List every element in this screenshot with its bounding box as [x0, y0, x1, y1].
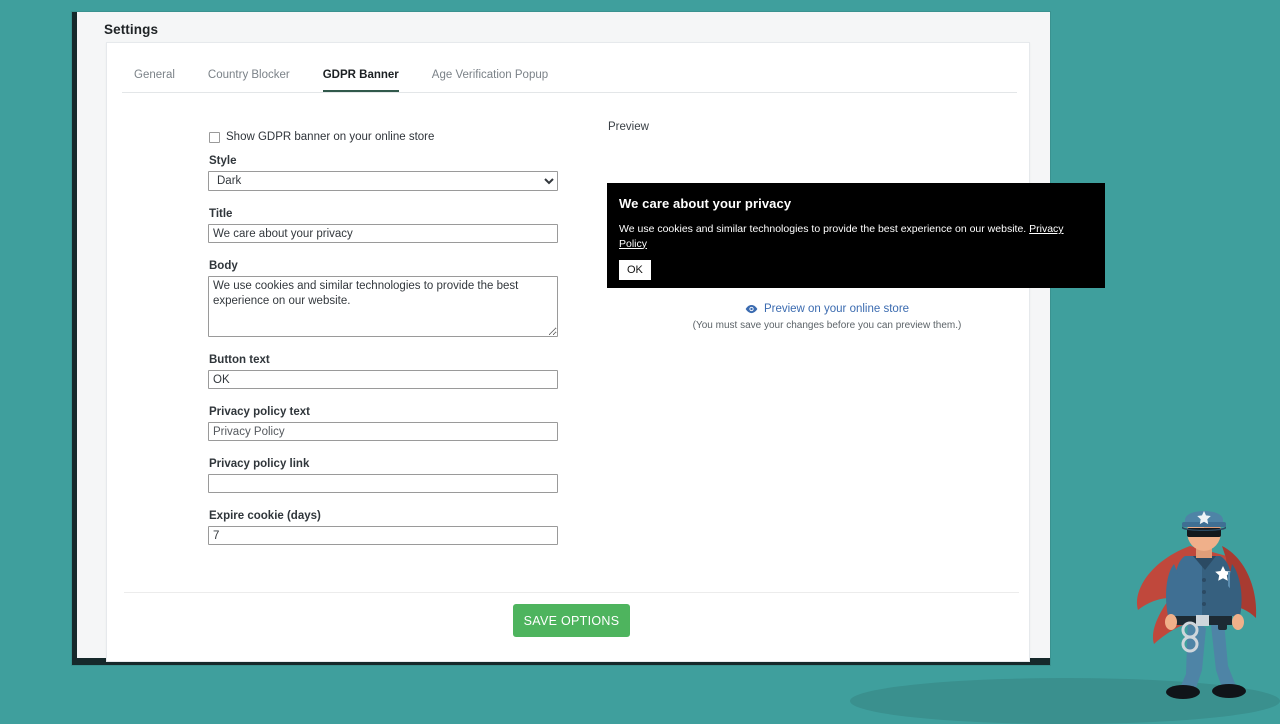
browser-window: Settings General Country Blocker GDPR Ba… [72, 12, 1050, 665]
privacy-policy-link-label: Privacy policy link [209, 458, 560, 470]
title-label: Title [209, 208, 560, 220]
preview-panel: Preview We care about your privacy We us… [578, 121, 1078, 144]
window-content: Settings General Country Blocker GDPR Ba… [77, 12, 1050, 658]
gdpr-banner-preview: We care about your privacy We use cookie… [607, 183, 1105, 288]
expire-cookie-input[interactable] [208, 526, 558, 545]
banner-preview-body-text: We use cookies and similar technologies … [619, 223, 1026, 235]
body-label: Body [209, 260, 560, 272]
preview-store-link-row: Preview on your online store [578, 303, 1076, 315]
tab-bar: General Country Blocker GDPR Banner Age … [122, 57, 1017, 93]
tab-gdpr-banner[interactable]: GDPR Banner [323, 69, 399, 92]
title-input[interactable] [208, 224, 558, 243]
privacy-policy-link-input[interactable] [208, 474, 558, 493]
tab-country-blocker[interactable]: Country Blocker [208, 69, 290, 92]
page-title: Settings [104, 22, 158, 37]
tab-age-verification-popup[interactable]: Age Verification Popup [432, 69, 548, 92]
privacy-policy-text-label: Privacy policy text [209, 406, 560, 418]
body-textarea[interactable]: We use cookies and similar technologies … [208, 276, 558, 337]
save-options-button[interactable]: SAVE OPTIONS [513, 604, 630, 637]
footer-divider [124, 592, 1019, 593]
tab-general[interactable]: General [134, 69, 175, 92]
privacy-policy-text-input[interactable] [208, 422, 558, 441]
show-gdpr-banner-checkbox[interactable] [209, 132, 220, 143]
button-text-label: Button text [209, 354, 560, 366]
preview-label: Preview [608, 121, 1078, 133]
banner-preview-title: We care about your privacy [619, 196, 1093, 211]
style-label: Style [209, 155, 560, 167]
settings-card: General Country Blocker GDPR Banner Age … [106, 42, 1030, 662]
show-gdpr-banner-label: Show GDPR banner on your online store [226, 131, 434, 143]
button-text-input[interactable] [208, 370, 558, 389]
banner-preview-ok-button[interactable]: OK [619, 260, 651, 280]
preview-on-store-link[interactable]: Preview on your online store [764, 303, 909, 315]
gdpr-settings-form: Show GDPR banner on your online store St… [208, 131, 560, 545]
superhero-police-officer-illustration [1130, 498, 1280, 713]
show-banner-row: Show GDPR banner on your online store [208, 131, 560, 143]
preview-save-hint: (You must save your changes before you c… [578, 320, 1076, 331]
eye-icon [745, 304, 758, 314]
style-select[interactable]: Dark Light [208, 171, 558, 191]
expire-cookie-label: Expire cookie (days) [209, 510, 560, 522]
banner-preview-body: We use cookies and similar technologies … [619, 222, 1089, 251]
